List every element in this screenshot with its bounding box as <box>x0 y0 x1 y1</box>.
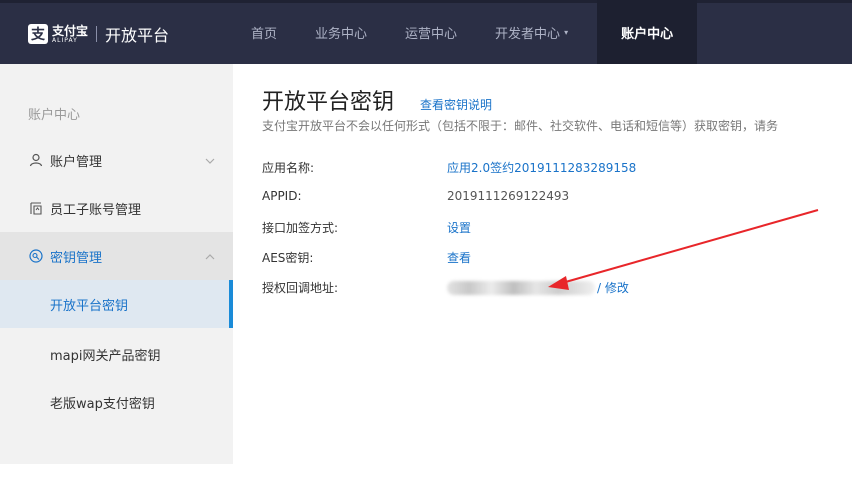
annotation-arrow-icon <box>548 209 819 290</box>
annotation-arrow-head <box>548 276 569 290</box>
annotation-arrow-line <box>561 209 819 284</box>
